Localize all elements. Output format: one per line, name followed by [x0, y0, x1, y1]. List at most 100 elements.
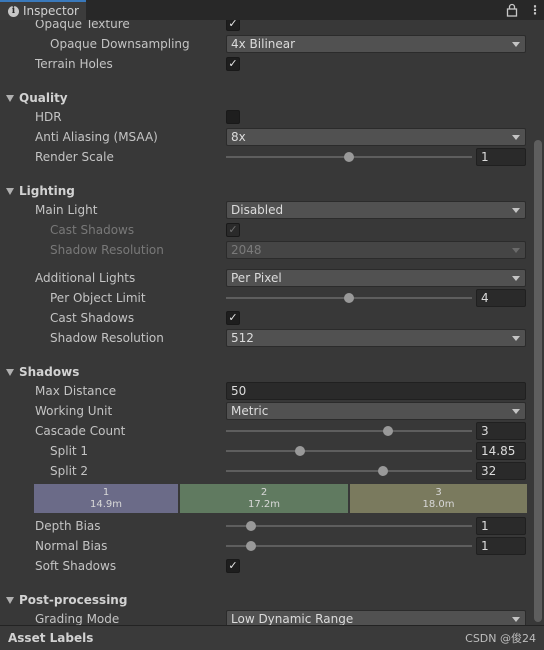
post-processing-section-header[interactable]: Post-processing — [0, 590, 530, 610]
cascade-count-field[interactable]: 3 — [476, 422, 526, 440]
slider-knob[interactable] — [344, 293, 354, 303]
cascade-split-bar[interactable]: 1 14.9m 2 17.2m 3 18.0m — [34, 484, 527, 513]
cascade-count-label: Cascade Count — [35, 424, 126, 438]
tab-bar: i Inspector ⋮ — [0, 0, 544, 20]
per-object-limit-field[interactable]: 4 — [476, 289, 526, 307]
add-cast-shadows-checkbox[interactable]: ✓ — [226, 311, 240, 325]
main-shadow-resolution-label: Shadow Resolution — [50, 243, 164, 257]
opaque-downsampling-value: 4x Bilinear — [231, 37, 296, 51]
split1-slider[interactable] — [226, 446, 472, 456]
terrain-holes-label: Terrain Holes — [35, 57, 113, 71]
depth-bias-label: Depth Bias — [35, 519, 101, 533]
soft-shadows-row: Soft Shadows ✓ — [0, 556, 530, 576]
opaque-downsampling-label: Opaque Downsampling — [50, 37, 190, 51]
working-unit-value: Metric — [231, 404, 269, 418]
main-shadow-resolution-dropdown: 2048 — [226, 241, 526, 259]
main-cast-shadows-row: Cast Shadows ✓ — [0, 220, 530, 240]
opaque-downsampling-row: Opaque Downsampling 4x Bilinear — [0, 34, 530, 54]
msaa-label: Anti Aliasing (MSAA) — [35, 130, 158, 144]
quality-section-header[interactable]: Quality — [0, 88, 530, 108]
split2-label: Split 2 — [50, 464, 89, 478]
vertical-scrollbar[interactable] — [531, 20, 544, 625]
msaa-row: Anti Aliasing (MSAA) 8x — [0, 127, 530, 147]
normal-bias-row: Normal Bias 1 — [0, 536, 530, 556]
terrain-holes-row: Terrain Holes ✓ — [0, 54, 530, 74]
hdr-row: HDR — [0, 107, 530, 127]
terrain-holes-checkbox[interactable]: ✓ — [226, 57, 240, 71]
split1-field[interactable]: 14.85 — [476, 442, 526, 460]
normal-bias-field[interactable]: 1 — [476, 537, 526, 555]
split2-slider[interactable] — [226, 466, 472, 476]
cascade-distance: 14.9m — [89, 499, 122, 510]
foldout-triangle-icon — [6, 187, 14, 195]
per-object-limit-slider[interactable] — [226, 293, 472, 303]
render-scale-field[interactable]: 1 — [476, 148, 526, 166]
soft-shadows-checkbox[interactable]: ✓ — [226, 559, 240, 573]
max-distance-field[interactable]: 50 — [226, 382, 526, 400]
opaque-texture-checkbox[interactable]: ✓ — [226, 20, 240, 31]
add-cast-shadows-row: Cast Shadows ✓ — [0, 308, 530, 328]
working-unit-row: Working Unit Metric — [0, 401, 530, 421]
soft-shadows-label: Soft Shadows — [35, 559, 117, 573]
tab-inspector[interactable]: i Inspector — [0, 0, 86, 20]
add-shadow-resolution-dropdown[interactable]: 512 — [226, 329, 526, 347]
normal-bias-slider[interactable] — [226, 541, 472, 551]
main-light-value: Disabled — [231, 203, 284, 217]
msaa-dropdown[interactable]: 8x — [226, 128, 526, 146]
lock-icon[interactable] — [506, 3, 518, 17]
chevron-down-icon — [512, 336, 520, 341]
msaa-value: 8x — [231, 130, 246, 144]
slider-knob[interactable] — [294, 446, 305, 456]
split2-field[interactable]: 32 — [476, 462, 526, 480]
chevron-down-icon — [512, 208, 520, 213]
add-shadow-resolution-label: Shadow Resolution — [50, 331, 164, 345]
tab-label: Inspector — [23, 4, 79, 18]
lighting-title: Lighting — [19, 184, 75, 198]
additional-lights-dropdown[interactable]: Per Pixel — [226, 269, 526, 287]
scrollbar-thumb[interactable] — [534, 140, 542, 622]
lighting-section-header[interactable]: Lighting — [0, 181, 530, 201]
grading-mode-dropdown[interactable]: Low Dynamic Range — [226, 610, 526, 625]
opaque-texture-row: Opaque Texture ✓ — [0, 20, 530, 34]
max-distance-row: Max Distance 50 — [0, 381, 530, 401]
shadows-section-header[interactable]: Shadows — [0, 362, 530, 382]
foldout-triangle-icon — [6, 94, 14, 102]
additional-lights-label: Additional Lights — [35, 271, 136, 285]
chevron-down-icon — [512, 409, 520, 414]
per-object-limit-row: Per Object Limit 4 — [0, 288, 530, 308]
main-shadow-resolution-value: 2048 — [231, 243, 262, 257]
cascade-segment[interactable]: 2 17.2m — [180, 484, 348, 513]
additional-lights-value: Per Pixel — [231, 271, 282, 285]
cascade-segment[interactable]: 3 18.0m — [350, 484, 527, 513]
foldout-triangle-icon — [6, 596, 14, 604]
cascade-distance: 18.0m — [422, 499, 455, 510]
render-scale-slider[interactable] — [226, 152, 472, 162]
foldout-triangle-icon — [6, 368, 14, 376]
watermark: CSDN @俊24 — [465, 632, 536, 645]
split1-row: Split 1 14.85 — [0, 441, 530, 461]
slider-knob[interactable] — [383, 426, 394, 436]
cascade-segment[interactable]: 1 14.9m — [34, 484, 178, 513]
chevron-down-icon — [512, 617, 520, 622]
main-light-dropdown[interactable]: Disabled — [226, 201, 526, 219]
hdr-label: HDR — [35, 110, 62, 124]
main-light-label: Main Light — [35, 203, 98, 217]
slider-knob[interactable] — [245, 541, 256, 551]
slider-knob[interactable] — [344, 152, 354, 162]
cascade-index: 3 — [435, 487, 442, 498]
hdr-checkbox[interactable] — [226, 110, 240, 124]
max-distance-label: Max Distance — [35, 384, 117, 398]
slider-knob[interactable] — [378, 466, 389, 476]
asset-labels-title[interactable]: Asset Labels — [8, 631, 93, 645]
depth-bias-slider[interactable] — [226, 521, 472, 531]
depth-bias-field[interactable]: 1 — [476, 517, 526, 535]
depth-bias-row: Depth Bias 1 — [0, 516, 530, 536]
kebab-menu-icon[interactable]: ⋮ — [529, 3, 541, 17]
cascade-count-slider[interactable] — [226, 426, 472, 436]
working-unit-dropdown[interactable]: Metric — [226, 402, 526, 420]
slider-knob[interactable] — [245, 521, 256, 531]
normal-bias-label: Normal Bias — [35, 539, 108, 553]
cascade-count-row: Cascade Count 3 — [0, 421, 530, 441]
quality-title: Quality — [19, 91, 68, 105]
opaque-downsampling-dropdown[interactable]: 4x Bilinear — [226, 35, 526, 53]
